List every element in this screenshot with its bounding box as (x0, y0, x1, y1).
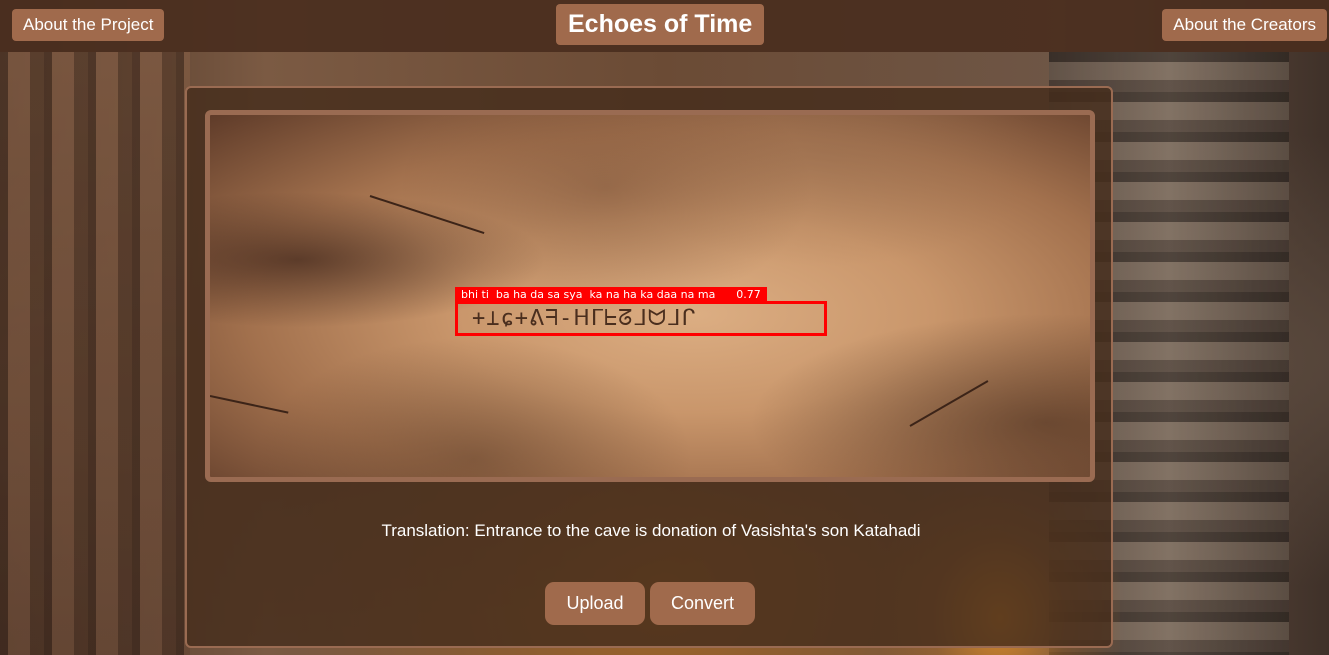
site-title: Echoes of Time (556, 4, 765, 45)
brahmi-script-text: +⊥ɕ+ᕕᖷ-ᕼᒥᖶᘔᒧᗢᒧᒋ (472, 306, 697, 331)
translation-text: Translation: Entrance to the cave is don… (381, 521, 921, 540)
detection-box: +⊥ɕ+ᕕᖷ-ᕼᒥᖶᘔᒧᗢᒧᒋ (455, 301, 827, 336)
main-panel: bhi ti ba ha da sa sya ka na ha ka daa n… (185, 86, 1113, 648)
top-header: About the Project Echoes of Time About t… (0, 0, 1329, 52)
about-project-button[interactable]: About the Project (12, 9, 165, 41)
inscription-image: bhi ti ba ha da sa sya ka na ha ka daa n… (205, 110, 1095, 482)
about-creators-button[interactable]: About the Creators (1162, 9, 1327, 41)
convert-button[interactable]: Convert (650, 582, 755, 625)
detection-label: bhi ti ba ha da sa sya ka na ha ka daa n… (455, 287, 767, 302)
background-left-wall (0, 52, 190, 655)
upload-button[interactable]: Upload (545, 582, 645, 625)
